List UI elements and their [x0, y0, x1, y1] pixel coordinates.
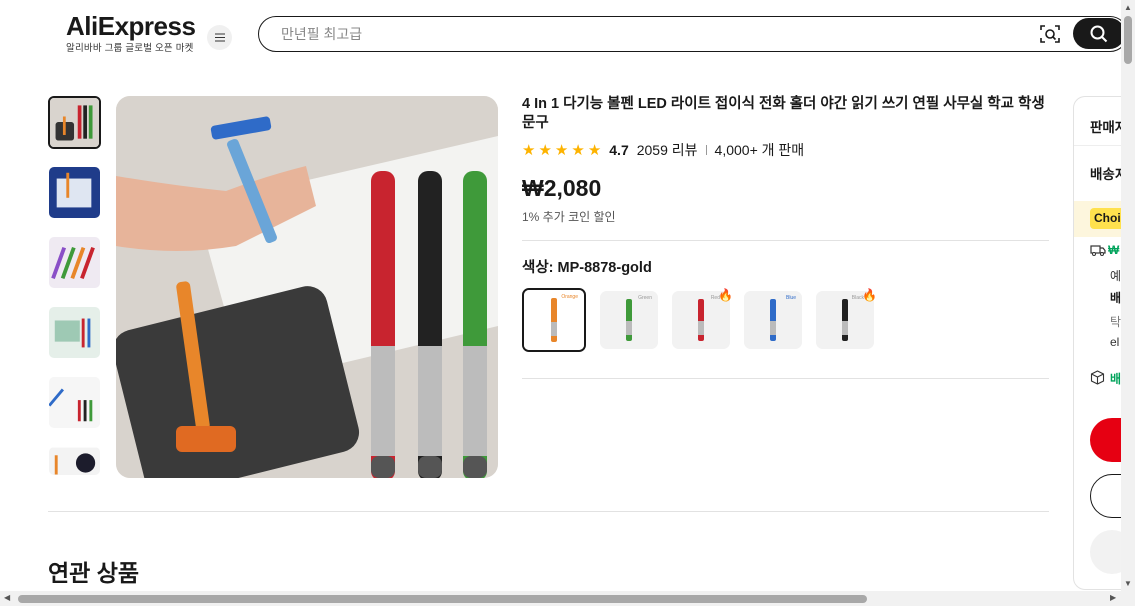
color-swatches: Orange Green Red 🔥 Blue Black 🔥: [522, 288, 1049, 352]
product-title: 4 In 1 다기능 볼펜 LED 라이트 접이식 전화 홀더 야간 읽기 쓰기…: [522, 96, 1045, 131]
star-icon: ★: [571, 141, 585, 159]
thumbnail-5[interactable]: [48, 376, 101, 429]
hot-flame-icon: 🔥: [862, 288, 877, 302]
star-icon: ★: [554, 141, 569, 159]
swatch-caption: Green: [638, 295, 652, 301]
thumbnail-6[interactable]: [48, 446, 101, 476]
section-divider: [48, 511, 1049, 512]
returns-text: 배: [1110, 372, 1122, 386]
hot-flame-icon: 🔥: [718, 288, 733, 302]
main-product-image[interactable]: [116, 96, 498, 478]
thumbnail-3[interactable]: [48, 236, 101, 289]
thumbnail-4[interactable]: [48, 306, 101, 359]
star-icon: ★: [587, 141, 602, 159]
related-products-heading: 연관 상품: [48, 560, 140, 586]
swatch-blue[interactable]: Blue: [744, 291, 802, 349]
scroll-left-arrow-icon[interactable]: ◀: [4, 593, 10, 602]
logo-subtitle: 알리바바 그룹 글로벌 오픈 마켓: [66, 43, 194, 54]
color-label: 색상: MP-8878-gold: [522, 260, 652, 276]
coin-discount: 1% 추가 코인 할인: [522, 210, 616, 224]
swatch-orange[interactable]: Orange: [522, 288, 586, 352]
delivery-line-1: 예: [1110, 269, 1122, 283]
search-icon: [1090, 25, 1108, 42]
scroll-down-arrow-icon[interactable]: ▼: [1124, 579, 1132, 588]
search-button[interactable]: [1073, 18, 1125, 49]
menu-button[interactable]: [207, 25, 232, 50]
rating-row: ★ ★ ★ ★ ★ 4.7 2059 리뷰 4,000+ 개 판매: [522, 141, 1049, 159]
star-icon: ★: [538, 141, 552, 159]
product-photo: [116, 96, 498, 478]
product-info: 4 In 1 다기능 볼펜 LED 라이트 접이식 전화 홀더 야간 읽기 쓰기…: [522, 95, 1049, 379]
rating-score: 4.7: [609, 142, 629, 158]
vertical-scroll-thumb[interactable]: [1124, 16, 1132, 64]
image-search-button[interactable]: [1039, 23, 1061, 45]
return-box-icon: [1090, 370, 1105, 388]
sold-count: 4,000+ 개 판매: [714, 142, 805, 158]
truck-icon: [1090, 243, 1106, 260]
camera-scan-icon: [1040, 25, 1060, 43]
thumbnail-gallery: [48, 96, 102, 493]
rating-stars: ★ ★ ★ ★ ★: [522, 143, 601, 158]
thumbnail-2[interactable]: [48, 166, 101, 219]
swatch-caption: Orange: [561, 294, 578, 300]
hamburger-icon: [214, 36, 225, 39]
thumbnail-1[interactable]: [48, 96, 101, 149]
horizontal-scrollbar[interactable]: ◀ ▶: [0, 591, 1135, 606]
delivery-line-4: el: [1110, 335, 1120, 349]
free-shipping-text: ₩: [1108, 243, 1120, 257]
search-input[interactable]: [281, 24, 981, 44]
divider: [522, 378, 1049, 379]
divider: [522, 240, 1049, 241]
star-icon: ★: [522, 141, 536, 159]
delivery-line-3: 탁: [1110, 315, 1122, 329]
scroll-right-arrow-icon[interactable]: ▶: [1110, 593, 1116, 602]
swatch-caption: Blue: [785, 295, 796, 301]
horizontal-scroll-thumb[interactable]: [18, 595, 867, 603]
logo-text: AliExpress: [66, 11, 196, 41]
swatch-red[interactable]: Red 🔥: [672, 288, 733, 349]
search-bar: [258, 16, 1128, 52]
divider: [705, 145, 707, 155]
swatch-green[interactable]: Green: [600, 291, 658, 349]
product-price: ₩2,080: [522, 175, 602, 201]
aliexpress-logo[interactable]: AliExpress 알리바바 그룹 글로벌 오픈 마켓: [66, 11, 196, 54]
review-count-link[interactable]: 2059 리뷰: [637, 140, 698, 160]
scroll-up-arrow-icon[interactable]: ▲: [1124, 3, 1132, 12]
swatch-black[interactable]: Black 🔥: [816, 288, 877, 349]
vertical-scrollbar[interactable]: ▲ ▼: [1121, 0, 1135, 591]
delivery-line-2: 배: [1110, 291, 1122, 305]
